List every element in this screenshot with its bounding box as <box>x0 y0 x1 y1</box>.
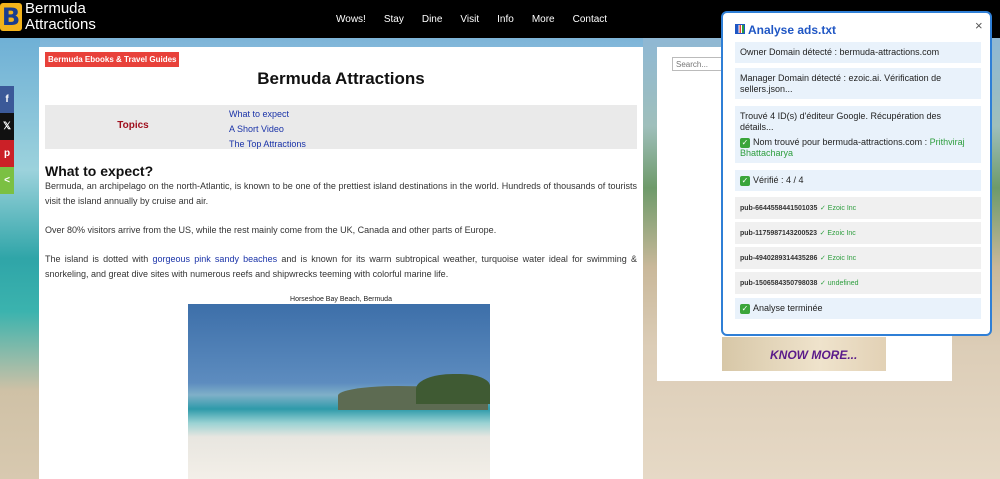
pink-beaches-link[interactable]: gorgeous pink sandy beaches <box>153 254 278 264</box>
nav-item-info[interactable]: Info <box>497 14 514 25</box>
headland <box>416 374 490 404</box>
article-panel: Bermuda Ebooks & Travel Guides Bermuda A… <box>39 47 643 479</box>
check-icon: ✓ <box>740 138 750 148</box>
pub-id: pub-4940289314435286 <box>740 255 818 262</box>
topic-link-top-attractions[interactable]: The Top Attractions <box>229 137 306 152</box>
paragraph-2: Over 80% visitors arrive from the US, wh… <box>45 225 497 235</box>
logo-line-1: Bermuda <box>25 0 86 17</box>
topics-list: What to expect A Short Video The Top Att… <box>229 107 306 152</box>
page-title: Bermuda Attractions <box>257 69 425 88</box>
close-icon[interactable]: × <box>975 18 983 33</box>
manager-domain-row: Manager Domain détecté : ezoic.ai. Vérif… <box>735 68 981 99</box>
site-logo-text[interactable]: Bermuda Attractions <box>25 1 96 33</box>
beach-photo <box>188 304 490 479</box>
pub-row: pub-1506584350798038 ✓ undefined <box>735 272 981 294</box>
section-heading: What to expect? <box>45 163 154 179</box>
pub-row: pub-6644558441501035 ✓ Ezoic Inc <box>735 197 981 219</box>
logo-line-2: Attractions <box>25 16 96 33</box>
main-nav: Wows! Stay Dine Visit Info More Contact <box>336 0 625 38</box>
share-icon[interactable]: < <box>0 167 14 194</box>
nav-item-contact[interactable]: Contact <box>573 14 607 25</box>
topics-box: Topics What to expect A Short Video The … <box>45 105 637 149</box>
topic-link-short-video[interactable]: A Short Video <box>229 122 306 137</box>
chart-icon <box>735 24 745 34</box>
nav-item-dine[interactable]: Dine <box>422 14 443 25</box>
verified-text: Vérifié : 4 / 4 <box>753 175 804 185</box>
nav-item-stay[interactable]: Stay <box>384 14 404 25</box>
check-icon: ✓ <box>740 304 750 314</box>
analysis-done-text: Analyse terminée <box>753 303 823 313</box>
popup-title-text: Analyse ads.txt <box>748 23 837 37</box>
ad-banner-text: KNOW MORE... <box>770 348 858 362</box>
ad-banner[interactable]: KNOW MORE... <box>722 337 886 371</box>
search-input[interactable] <box>672 57 724 71</box>
pub-status: ✓ Ezoic Inc <box>819 255 857 262</box>
check-icon: ✓ <box>740 176 750 186</box>
paragraph-1: Bermuda, an archipelago on the north-Atl… <box>45 181 637 206</box>
name-prefix: Nom trouvé pour bermuda-attractions.com … <box>753 137 930 147</box>
social-share-bar: f 𝕏 p < <box>0 86 14 194</box>
pub-row: pub-4940289314435286 ✓ Ezoic Inc <box>735 247 981 269</box>
analysis-done-row: ✓ Analyse terminée <box>735 298 981 319</box>
pub-status: ✓ Ezoic Inc <box>819 205 857 212</box>
pub-id: pub-1175987143200523 <box>740 230 818 237</box>
publisher-name-row: ✓ Nom trouvé pour bermuda-attractions.com… <box>735 132 981 163</box>
pub-status: ✓ Ezoic Inc <box>819 230 856 237</box>
facebook-share-icon[interactable]: f <box>0 86 14 113</box>
topics-label: Topics <box>117 120 149 131</box>
ads-txt-analysis-popup: Analyse ads.txt × Owner Domain détecté :… <box>721 11 992 336</box>
nav-item-visit[interactable]: Visit <box>460 14 479 25</box>
owner-domain-row: Owner Domain détecté : bermuda-attractio… <box>735 42 981 63</box>
pub-row: pub-1175987143200523 ✓ Ezoic Inc <box>735 222 981 244</box>
ebook-badge[interactable]: Bermuda Ebooks & Travel Guides <box>45 52 180 67</box>
paragraph-3: The island is dotted with gorgeous pink … <box>45 252 637 282</box>
pub-id: pub-1506584350798038 <box>740 280 818 287</box>
x-share-icon[interactable]: 𝕏 <box>0 113 14 140</box>
verified-row: ✓ Vérifié : 4 / 4 <box>735 170 981 191</box>
paragraph-3-start: The island is dotted with <box>45 254 153 264</box>
topic-link-what-to-expect[interactable]: What to expect <box>229 107 306 122</box>
logo-icon[interactable]: B <box>0 3 22 31</box>
photo-caption: Horseshoe Bay Beach, Bermuda <box>290 296 392 303</box>
pub-status: ✓ undefined <box>819 280 859 287</box>
pinterest-share-icon[interactable]: p <box>0 140 14 167</box>
popup-title: Analyse ads.txt <box>735 23 836 37</box>
nav-item-wows[interactable]: Wows! <box>336 14 366 25</box>
pub-id: pub-6644558441501035 <box>740 205 818 212</box>
nav-item-more[interactable]: More <box>532 14 555 25</box>
